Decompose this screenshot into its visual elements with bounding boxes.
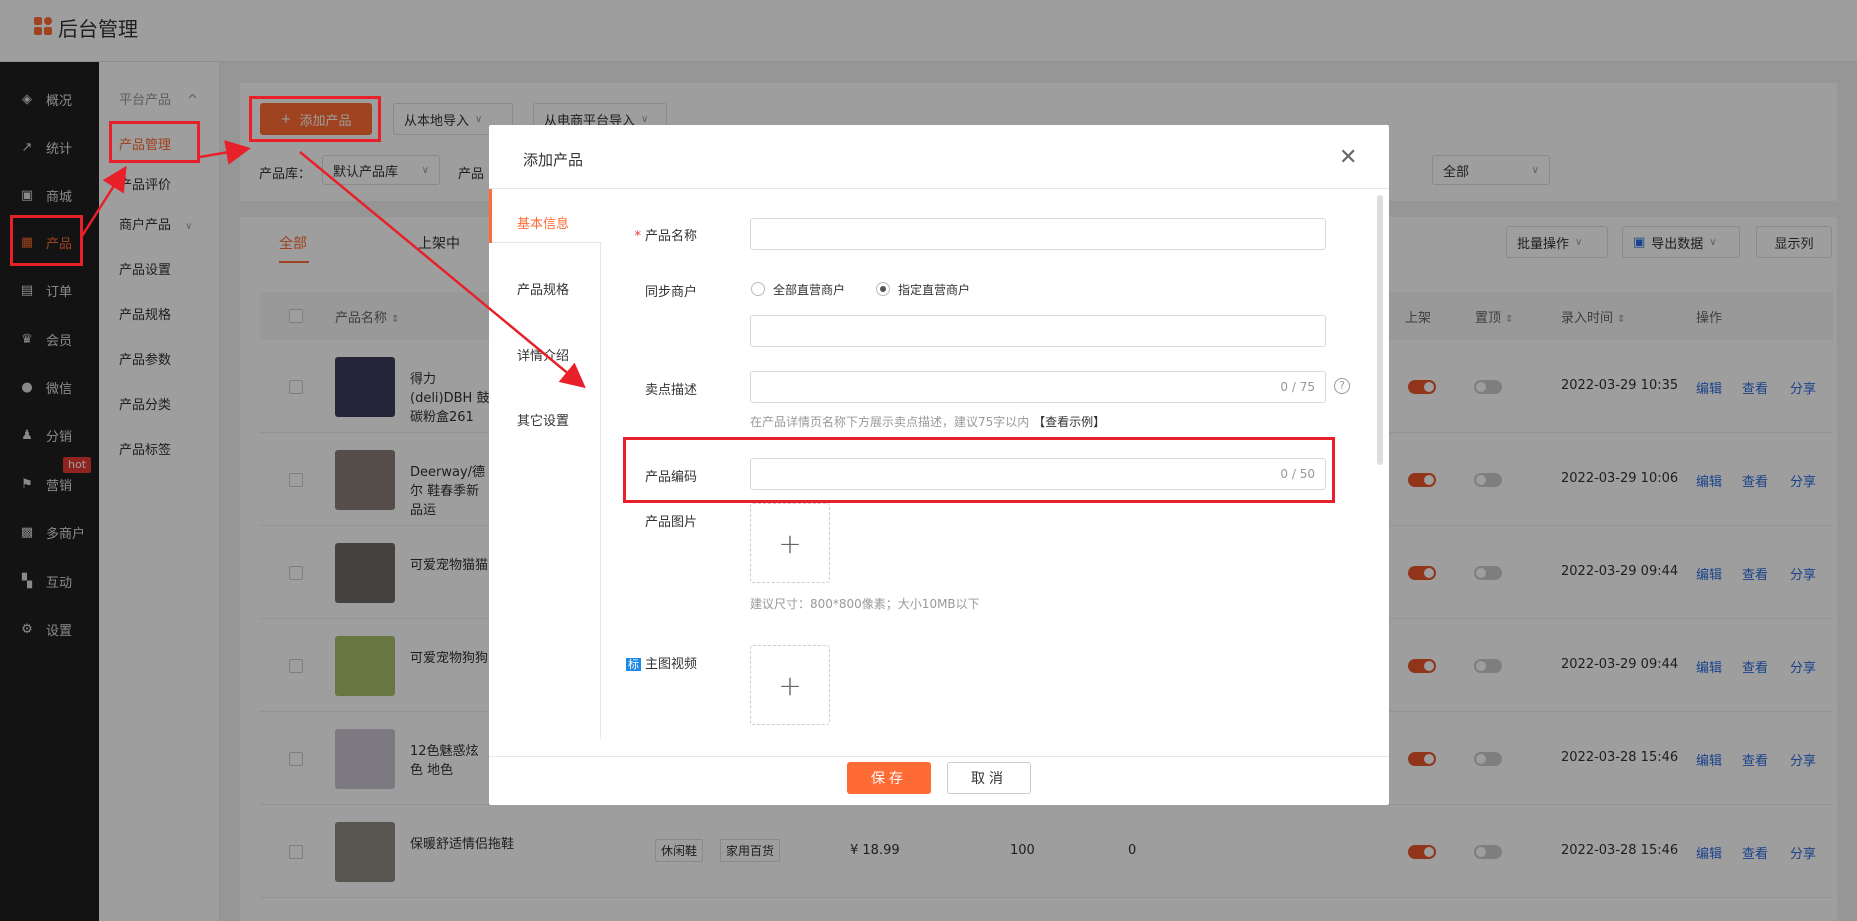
annotation-arrows (80, 140, 586, 389)
